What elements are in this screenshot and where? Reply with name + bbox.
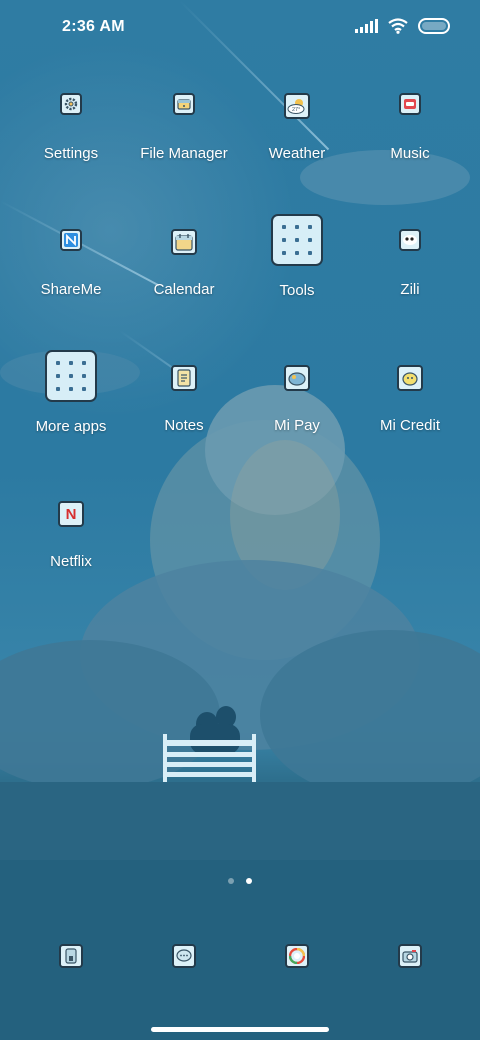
app-music[interactable]: Music <box>354 93 466 162</box>
zili-icon <box>399 229 421 251</box>
calendar-icon <box>171 229 197 255</box>
page-indicator <box>0 878 480 884</box>
app-label: Settings <box>43 145 99 162</box>
app-weather[interactable]: 27° Weather <box>241 93 353 162</box>
home-indicator[interactable] <box>151 1027 329 1032</box>
weather-icon-text: 27° <box>292 107 300 113</box>
app-label: Weather <box>268 145 326 162</box>
app-label: Zili <box>400 281 420 298</box>
app-folder-more-apps[interactable]: More apps <box>15 350 127 435</box>
notes-icon <box>171 365 197 391</box>
app-label: Calendar <box>153 281 215 298</box>
music-icon <box>399 93 421 115</box>
mi-credit-icon <box>397 365 423 391</box>
page-dot[interactable] <box>228 878 234 884</box>
app-netflix[interactable]: N Netflix <box>15 501 127 570</box>
app-file-manager[interactable]: File Manager <box>128 93 240 162</box>
battery-icon <box>418 18 450 34</box>
page-dot-active[interactable] <box>246 878 252 884</box>
app-label: Notes <box>164 417 204 434</box>
app-shareme[interactable]: ShareMe <box>15 229 127 298</box>
camera-icon <box>398 944 422 968</box>
status-time: 2:36 AM <box>62 18 125 35</box>
settings-icon <box>60 93 82 115</box>
wifi-icon <box>388 18 408 34</box>
app-label: Music <box>390 145 430 162</box>
netflix-logo-text: N <box>65 505 77 523</box>
weather-icon: 27° <box>284 93 310 119</box>
app-settings[interactable]: Settings <box>15 93 127 162</box>
messages-icon <box>172 944 196 968</box>
app-label: File Manager <box>140 145 228 162</box>
dock-browser[interactable] <box>285 944 309 968</box>
app-label: Mi Pay <box>274 417 320 434</box>
dock-phone[interactable] <box>59 944 83 968</box>
app-label: Mi Credit <box>379 417 440 434</box>
mi-pay-icon <box>284 365 310 391</box>
app-mi-pay[interactable]: Mi Pay <box>241 365 353 434</box>
browser-icon <box>285 944 309 968</box>
folder-icon <box>271 214 323 266</box>
app-label: More apps <box>35 418 107 435</box>
file-manager-icon <box>173 93 195 115</box>
app-mi-credit[interactable]: Mi Credit <box>354 365 466 434</box>
signal-icon <box>355 19 378 33</box>
app-label: Tools <box>279 282 315 299</box>
dock-messages[interactable] <box>172 944 196 968</box>
app-label: Netflix <box>50 553 92 570</box>
status-bar: 2:36 AM <box>0 0 480 56</box>
dock-camera[interactable] <box>398 944 422 968</box>
phone-icon <box>59 944 83 968</box>
app-folder-tools[interactable]: Tools <box>241 214 353 299</box>
shareme-icon <box>60 229 82 251</box>
netflix-icon: N <box>58 501 84 527</box>
app-label: ShareMe <box>40 281 102 298</box>
app-zili[interactable]: Zili <box>354 229 466 298</box>
app-notes[interactable]: Notes <box>128 365 240 434</box>
app-calendar[interactable]: Calendar <box>128 229 240 298</box>
folder-icon <box>45 350 97 402</box>
